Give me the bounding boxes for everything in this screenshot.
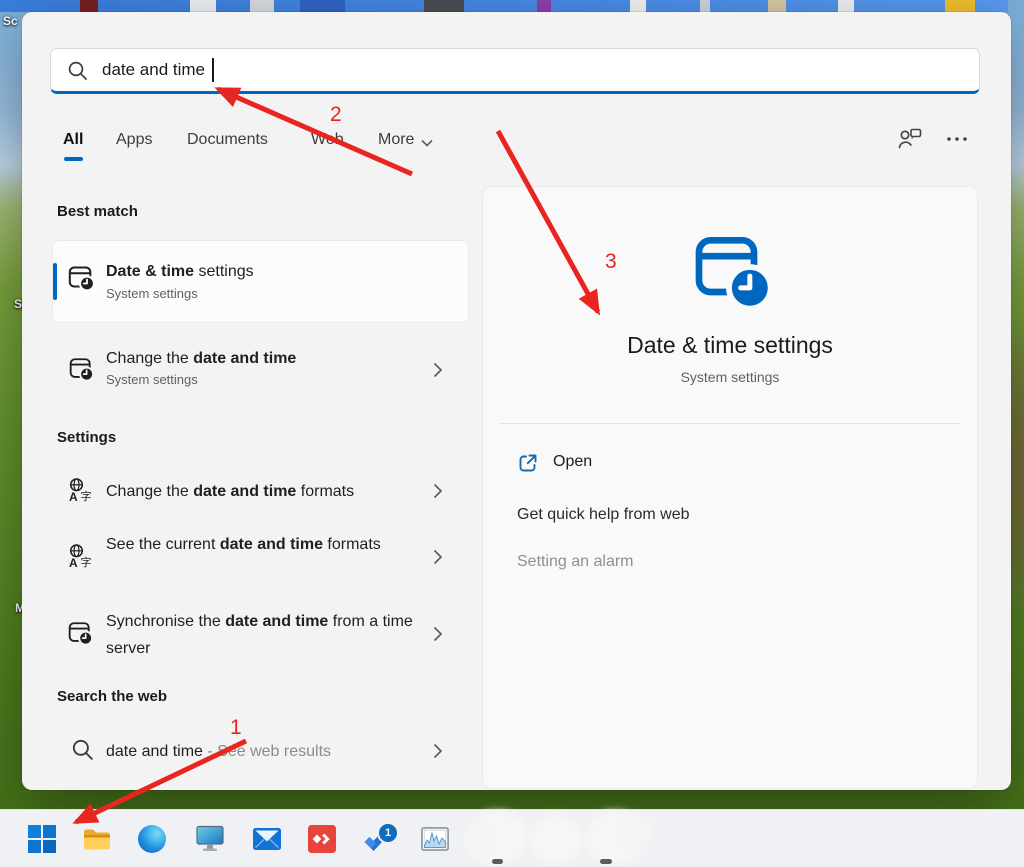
display-settings-icon[interactable] [196,825,224,853]
taskbar-ghost-icon [466,828,488,854]
mail-app-icon[interactable] [253,825,281,853]
chevron-right-icon [433,362,443,378]
result-title-pre: Change the [106,483,193,500]
result-title-bold: date and time [193,483,296,500]
result-title-rest: formats [323,536,381,553]
desktop: Sc 18 Sl W E M E date and time All Apps … [0,0,1024,867]
ellipsis-icon[interactable] [946,135,968,143]
preview-title: Date & time settings [483,332,977,359]
tab-all[interactable]: All [63,131,83,149]
web-note: - See web results [207,743,331,760]
section-header-best-match: Best match [57,203,138,220]
open-external-icon [517,452,539,474]
search-icon [67,60,88,81]
result-title: Date & time settings [106,258,254,285]
feedback-account-icon[interactable] [896,126,924,152]
date-time-settings-icon [68,264,96,292]
language-formats-icon: A 字 [68,477,94,503]
file-explorer-icon[interactable] [83,825,111,853]
web-query: date and time [106,743,203,760]
taskbar: 1 [0,809,1024,867]
result-title-pre: Synchronise the [106,613,225,630]
tab-documents[interactable]: Documents [187,131,268,149]
open-label: Open [553,453,592,471]
active-tab-underline [64,157,83,161]
running-indicator [600,859,612,864]
quick-help-link[interactable]: Get quick help from web [517,506,690,524]
svg-text:字: 字 [81,555,92,569]
svg-text:A: A [69,490,78,503]
suggestion-setting-alarm[interactable]: Setting an alarm [517,553,634,571]
language-formats-icon: A 字 [68,543,94,569]
performance-monitor-icon[interactable] [421,827,449,851]
result-title: Change the date and time [106,345,296,372]
chevron-right-icon [433,549,443,565]
taskbar-ghost-icon[interactable] [534,820,580,860]
search-input[interactable]: date and time [50,48,980,94]
result-title: Synchronise the date and time from a tim… [106,608,426,662]
start-button-icon[interactable] [28,825,56,853]
section-header-search-web: Search the web [57,688,167,705]
result-title-bold: date and time [193,350,296,367]
result-title-bold: date and time [220,536,323,553]
result-title-bold: Date & time [106,263,194,280]
background-windows-strip [0,0,1008,12]
annotation-number-3: 3 [605,250,617,274]
annotation-number-1: 1 [230,716,242,740]
result-title: See the current date and time formats [106,531,411,558]
edge-browser-icon[interactable] [138,825,166,853]
section-header-settings: Settings [57,429,116,446]
result-title-bold: date and time [225,613,328,630]
text-cursor [212,58,214,82]
remote-desktop-app-icon[interactable] [308,825,336,853]
selection-accent-bar [53,263,57,300]
date-time-settings-icon-large [694,232,774,312]
result-subtitle: System settings [106,372,198,387]
preview-subtitle: System settings [483,369,977,385]
result-title: date and time - See web results [106,738,331,765]
result-title-pre: See the current [106,536,220,553]
chevron-right-icon [433,483,443,499]
result-title: Change the date and time formats [106,478,354,505]
date-time-settings-icon [68,620,94,646]
svg-text:A: A [69,556,78,569]
chevron-right-icon [433,626,443,642]
search-query-text: date and time [102,60,205,80]
divider [500,423,960,424]
annotation-number-2: 2 [330,103,342,127]
notification-badge: 1 [379,824,397,842]
result-subtitle: System settings [106,286,198,301]
result-title-rest: settings [194,263,254,280]
svg-text:字: 字 [81,489,92,503]
taskbar-ghost-icon [625,818,651,844]
result-title-pre: Change the [106,350,193,367]
date-time-settings-icon [69,356,95,382]
result-title-rest: formats [296,483,354,500]
tab-apps[interactable]: Apps [116,131,152,149]
search-icon [71,738,94,761]
chevron-right-icon [433,743,443,759]
running-indicator [492,859,503,864]
tab-more[interactable]: More [378,131,414,149]
desktop-icon-label: Sc [3,14,18,28]
tab-web[interactable]: Web [311,131,344,149]
